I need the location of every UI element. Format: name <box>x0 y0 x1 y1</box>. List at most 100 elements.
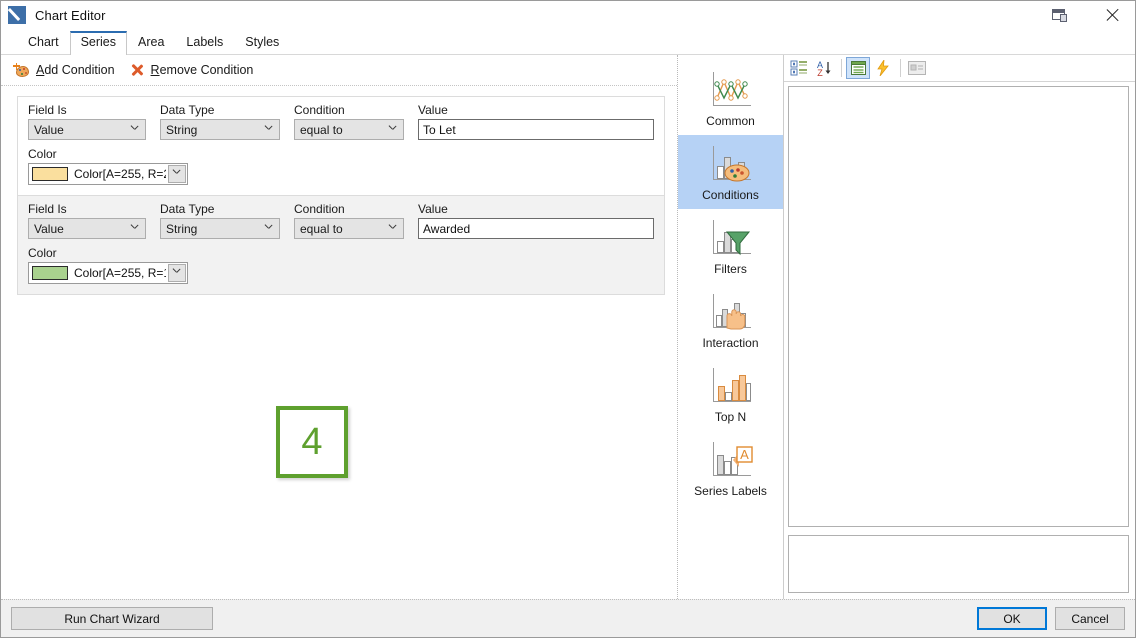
color-dropdown-button[interactable] <box>168 165 186 183</box>
chart-editor-icon <box>8 6 26 24</box>
category-item-filters[interactable]: Filters <box>678 209 783 283</box>
svg-text:A: A <box>740 447 749 462</box>
category-label: Common <box>706 114 755 128</box>
data-type-group: Data Type String <box>160 202 280 239</box>
add-condition-icon <box>13 62 30 78</box>
tab-styles[interactable]: Styles <box>234 31 290 55</box>
condition-fields-row: Field Is Value Data Type String Conditio… <box>28 202 654 239</box>
category-item-interaction[interactable]: Interaction <box>678 283 783 357</box>
condition-select[interactable]: equal to <box>294 119 404 140</box>
add-condition-label: Add Condition <box>36 63 115 77</box>
field-is-select[interactable]: Value <box>28 119 146 140</box>
data-type-select[interactable]: String <box>160 218 280 239</box>
toolbar-separator <box>900 59 901 77</box>
color-select[interactable]: Color[A=255, R=169, <box>28 262 188 284</box>
chevron-down-icon <box>389 126 396 133</box>
add-condition-button[interactable]: Add Condition <box>13 62 115 78</box>
color-row: Color Color[A=255, R=169, <box>28 246 654 284</box>
category-item-common[interactable]: Common <box>678 61 783 135</box>
title-bar: Chart Editor <box>1 1 1135 29</box>
condition-fields-row: Field Is Value Data Type String Conditio… <box>28 103 654 140</box>
body-area: Add Condition Remove Condition Field Is … <box>1 55 1135 599</box>
dialog-footer: Run Chart Wizard OK Cancel <box>1 599 1135 637</box>
color-dropdown-button[interactable] <box>168 264 186 282</box>
property-pages-button <box>905 57 929 79</box>
remove-condition-button[interactable]: Remove Condition <box>131 63 254 77</box>
filters-icon <box>707 216 755 260</box>
field-is-group: Field Is Value <box>28 202 146 239</box>
category-label: Interaction <box>702 336 759 350</box>
category-item-series-labels[interactable]: A Series Labels <box>678 431 783 505</box>
field-is-group: Field Is Value <box>28 103 146 140</box>
step-annotation-badge: 4 <box>276 406 348 478</box>
tab-area[interactable]: Area <box>127 31 175 55</box>
chevron-down-icon <box>265 126 272 133</box>
data-type-value: String <box>166 221 198 236</box>
condition-value: equal to <box>300 221 343 236</box>
properties-button[interactable] <box>846 57 870 79</box>
color-swatch <box>32 167 68 181</box>
category-item-top-n[interactable]: Top N <box>678 357 783 431</box>
color-select[interactable]: Color[A=255, R=255, <box>28 163 188 185</box>
field-is-value: Value <box>34 122 64 137</box>
cancel-button[interactable]: Cancel <box>1055 607 1125 630</box>
category-label: Conditions <box>702 188 759 202</box>
tab-series[interactable]: Series <box>69 31 128 55</box>
category-item-conditions[interactable]: Conditions <box>678 135 783 209</box>
command-bar: Add Condition Remove Condition <box>1 55 677 86</box>
close-button[interactable] <box>1089 1 1135 29</box>
condition-row: Field Is Value Data Type String Conditio… <box>17 96 665 196</box>
chevron-down-icon <box>173 269 180 276</box>
value-label: Value <box>418 202 448 216</box>
conditions-icon <box>707 142 755 186</box>
condition-group: Condition equal to <box>294 103 404 140</box>
color-value: Color[A=255, R=169, <box>74 266 166 280</box>
field-is-value: Value <box>34 221 64 236</box>
property-description-pane <box>788 535 1129 593</box>
property-pages-icon <box>908 61 926 75</box>
data-type-label: Data Type <box>160 103 215 117</box>
series-labels-icon: A <box>707 438 755 482</box>
categorized-view-button[interactable] <box>787 57 811 79</box>
interaction-icon <box>707 290 755 334</box>
data-type-value: String <box>166 122 198 137</box>
value-input[interactable]: Awarded <box>418 218 654 239</box>
tab-labels[interactable]: Labels <box>175 31 234 55</box>
color-label: Color <box>28 246 57 260</box>
property-toolbar: A Z <box>784 55 1135 82</box>
lightning-icon <box>877 60 889 76</box>
condition-row: Field Is Value Data Type String Conditio… <box>17 196 665 295</box>
conditions-list: Field Is Value Data Type String Conditio… <box>1 86 677 599</box>
remove-condition-rest: emove Condition <box>159 63 254 77</box>
tab-chart[interactable]: Chart <box>17 31 70 55</box>
property-pane: A Z <box>784 55 1135 599</box>
condition-select[interactable]: equal to <box>294 218 404 239</box>
chevron-down-icon <box>265 225 272 232</box>
condition-label: Condition <box>294 202 345 216</box>
value-group: Value To Let <box>418 103 654 140</box>
data-type-select[interactable]: String <box>160 119 280 140</box>
alphabetical-sort-icon: A Z <box>817 60 831 76</box>
ok-button[interactable]: OK <box>977 607 1047 630</box>
chevron-down-icon <box>131 126 138 133</box>
alphabetical-sort-button[interactable]: A Z <box>812 57 836 79</box>
run-chart-wizard-button[interactable]: Run Chart Wizard <box>11 607 213 630</box>
color-row: Color Color[A=255, R=255, <box>28 147 654 185</box>
condition-label: Condition <box>294 103 345 117</box>
restore-button[interactable] <box>1029 1 1089 29</box>
category-icon-column: Common Conditions Filters Interaction To… <box>678 55 784 599</box>
property-grid[interactable] <box>788 86 1129 527</box>
add-condition-rest: dd Condition <box>44 63 115 77</box>
field-is-select[interactable]: Value <box>28 218 146 239</box>
top-n-icon <box>707 364 755 408</box>
events-button[interactable] <box>871 57 895 79</box>
categorized-view-icon <box>790 60 807 76</box>
category-label: Top N <box>714 410 747 424</box>
color-value: Color[A=255, R=255, <box>74 167 166 181</box>
conditions-editor-pane: Add Condition Remove Condition Field Is … <box>1 55 678 599</box>
tab-strip: Chart Series Area Labels Styles <box>1 29 1135 55</box>
properties-icon <box>850 61 866 75</box>
close-icon <box>1104 7 1120 23</box>
value-input[interactable]: To Let <box>418 119 654 140</box>
chevron-down-icon <box>389 225 396 232</box>
